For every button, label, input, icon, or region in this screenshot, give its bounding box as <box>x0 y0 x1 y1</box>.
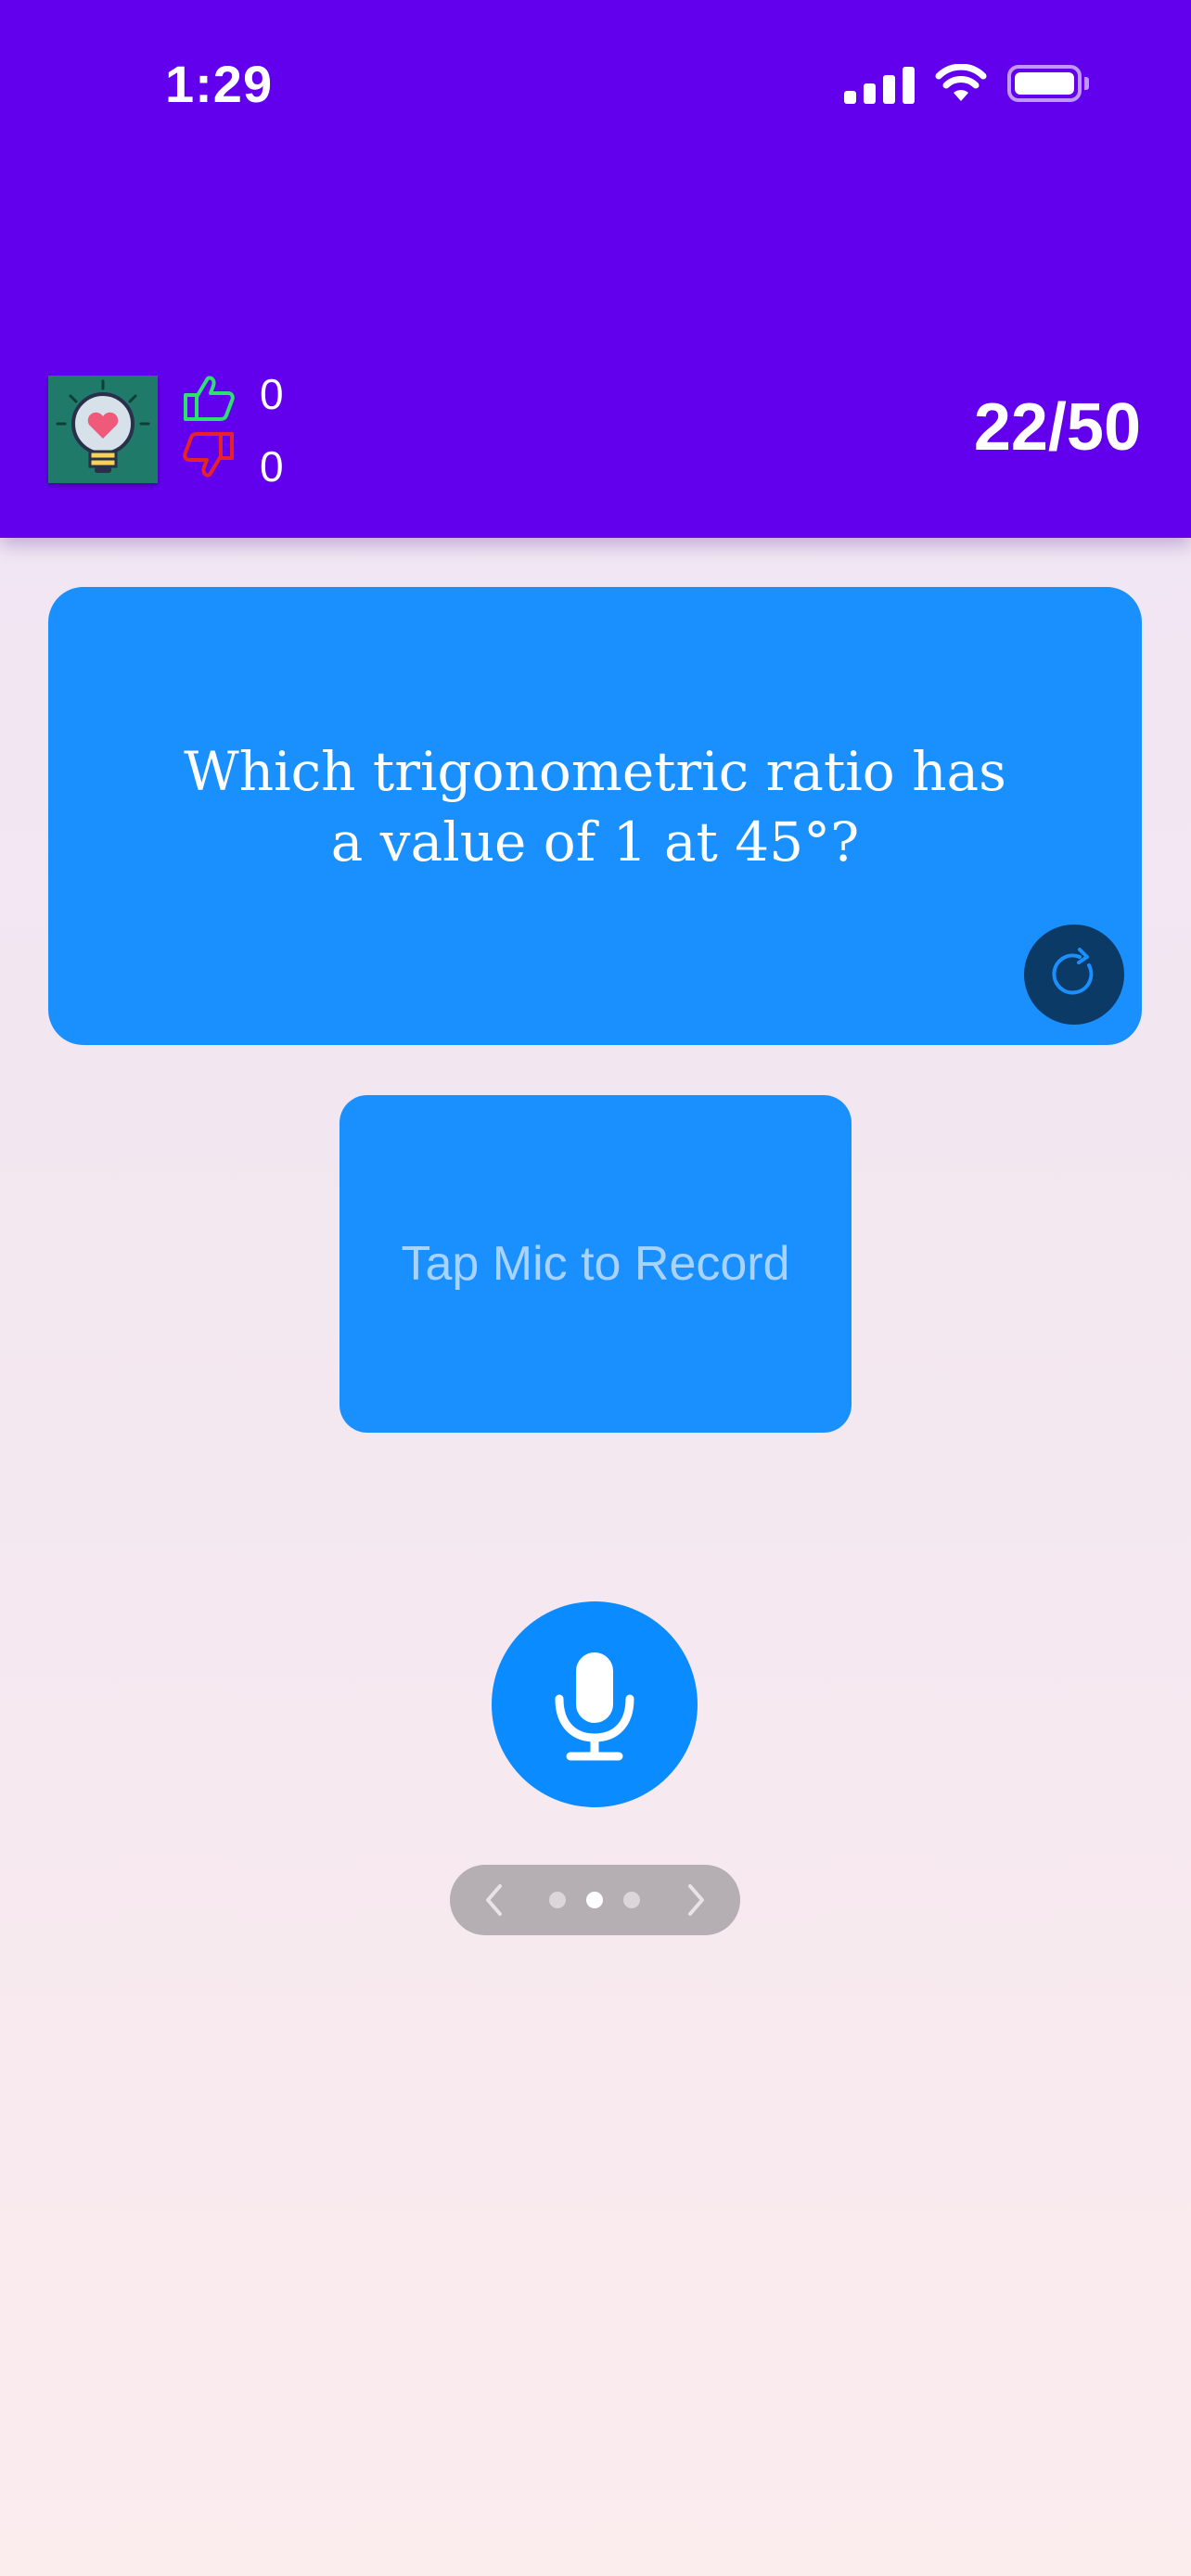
question-text: Which trigonometric ratio has a value of… <box>184 740 1006 874</box>
refresh-button[interactable] <box>1024 925 1124 1025</box>
thumbs-up-icon <box>182 373 236 427</box>
page-dot[interactable] <box>549 1892 566 1908</box>
status-time: 1:29 <box>165 55 274 113</box>
question-card: Which trigonometric ratio has a value of… <box>48 587 1142 1045</box>
record-prompt-card: Tap Mic to Record <box>339 1095 852 1433</box>
page-dot[interactable] <box>623 1892 640 1908</box>
page-dot-active[interactable] <box>586 1892 603 1908</box>
dislikes-count: 0 <box>260 442 284 491</box>
chevron-left-icon[interactable] <box>483 1883 506 1921</box>
header-bar: 1:29 0 0 22/50 <box>0 0 1191 538</box>
page-indicator <box>450 1865 740 1935</box>
refresh-icon <box>1052 948 1094 995</box>
battery-icon <box>1007 65 1089 102</box>
wifi-icon <box>935 64 987 101</box>
likes-count: 0 <box>260 370 284 418</box>
status-icons <box>844 63 1089 104</box>
lightbulb-heart-logo <box>48 376 158 483</box>
microphone-icon <box>555 1652 634 1761</box>
record-prompt-label: Tap Mic to Record <box>401 1237 790 1291</box>
thumbs-down-icon <box>182 430 236 489</box>
mic-record-button[interactable] <box>492 1601 698 1807</box>
chevron-right-icon[interactable] <box>685 1883 707 1921</box>
cellular-signal-icon <box>844 63 915 104</box>
question-progress: 22/50 <box>973 390 1141 465</box>
